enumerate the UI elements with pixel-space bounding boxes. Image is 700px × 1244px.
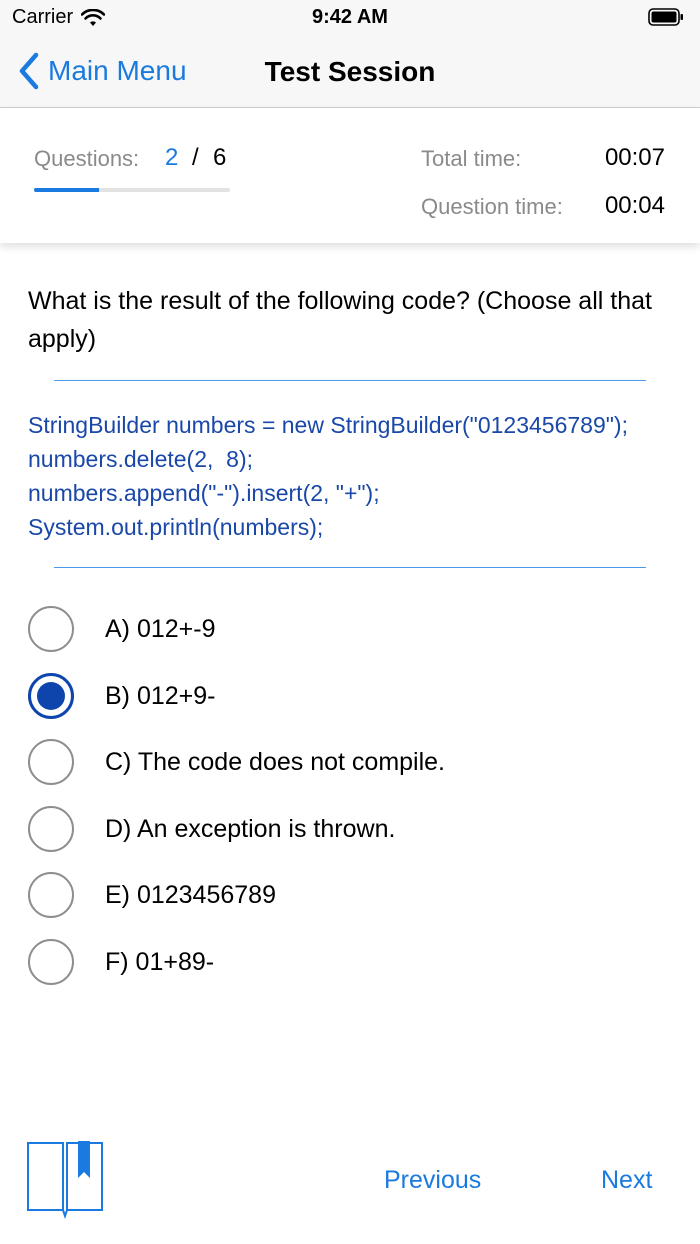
answer-option-label: E) 0123456789: [105, 880, 276, 909]
radio-button[interactable]: [28, 673, 74, 719]
answer-option-a[interactable]: A) 012+-9: [28, 603, 668, 655]
question-progress-bar: [34, 188, 230, 192]
next-button[interactable]: Next: [601, 1166, 652, 1195]
navigation-bar: Main Menu Test Session: [0, 38, 700, 108]
chevron-left-icon: [19, 52, 39, 90]
total-time-value: 00:07: [604, 144, 665, 171]
radio-button[interactable]: [28, 939, 74, 985]
radio-button[interactable]: [28, 806, 74, 852]
status-bar: Carrier 9:42 AM: [0, 0, 700, 38]
session-progress-card: Questions: 2 / 6 Total time: 00:07 Quest…: [0, 108, 700, 243]
questions-label: Questions:: [34, 146, 140, 171]
answer-option-f[interactable]: F) 01+89-: [28, 936, 668, 988]
back-button[interactable]: Main Menu: [18, 52, 187, 90]
answer-option-d[interactable]: D) An exception is thrown.: [28, 803, 668, 855]
code-divider-top: [54, 380, 646, 381]
previous-button[interactable]: Previous: [384, 1166, 481, 1195]
question-text: What is the result of the following code…: [28, 287, 652, 353]
answer-option-label: B) 012+9-: [105, 681, 216, 710]
answer-option-label: A) 012+-9: [105, 614, 216, 643]
radio-button[interactable]: [28, 872, 74, 918]
question-progress-fill: [34, 188, 100, 192]
code-snippet: StringBuilder numbers = new StringBuilde…: [28, 412, 628, 540]
total-time-label: Total time:: [421, 146, 522, 171]
code-divider-bottom: [54, 567, 646, 568]
question-count-separator: /: [192, 144, 199, 171]
answer-option-label: C) The code does not compile.: [105, 747, 446, 776]
status-time: 9:42 AM: [312, 6, 388, 28]
battery-icon: [648, 8, 683, 26]
question-time-label: Question time:: [421, 194, 563, 219]
answer-option-label: F) 01+89-: [105, 947, 215, 976]
total-question-count: 6: [213, 144, 227, 171]
back-button-label: Main Menu: [48, 55, 187, 86]
radio-button[interactable]: [28, 606, 74, 652]
question-time-value: 00:04: [604, 192, 665, 219]
book-bookmark-icon[interactable]: [26, 1140, 104, 1220]
answer-option-e[interactable]: E) 0123456789: [28, 869, 668, 921]
answer-option-label: D) An exception is thrown.: [105, 814, 396, 843]
radio-button[interactable]: [28, 739, 74, 785]
current-question-number: 2: [165, 144, 179, 171]
answer-option-c[interactable]: C) The code does not compile.: [28, 736, 668, 788]
answer-option-b[interactable]: B) 012+9-: [28, 670, 668, 722]
